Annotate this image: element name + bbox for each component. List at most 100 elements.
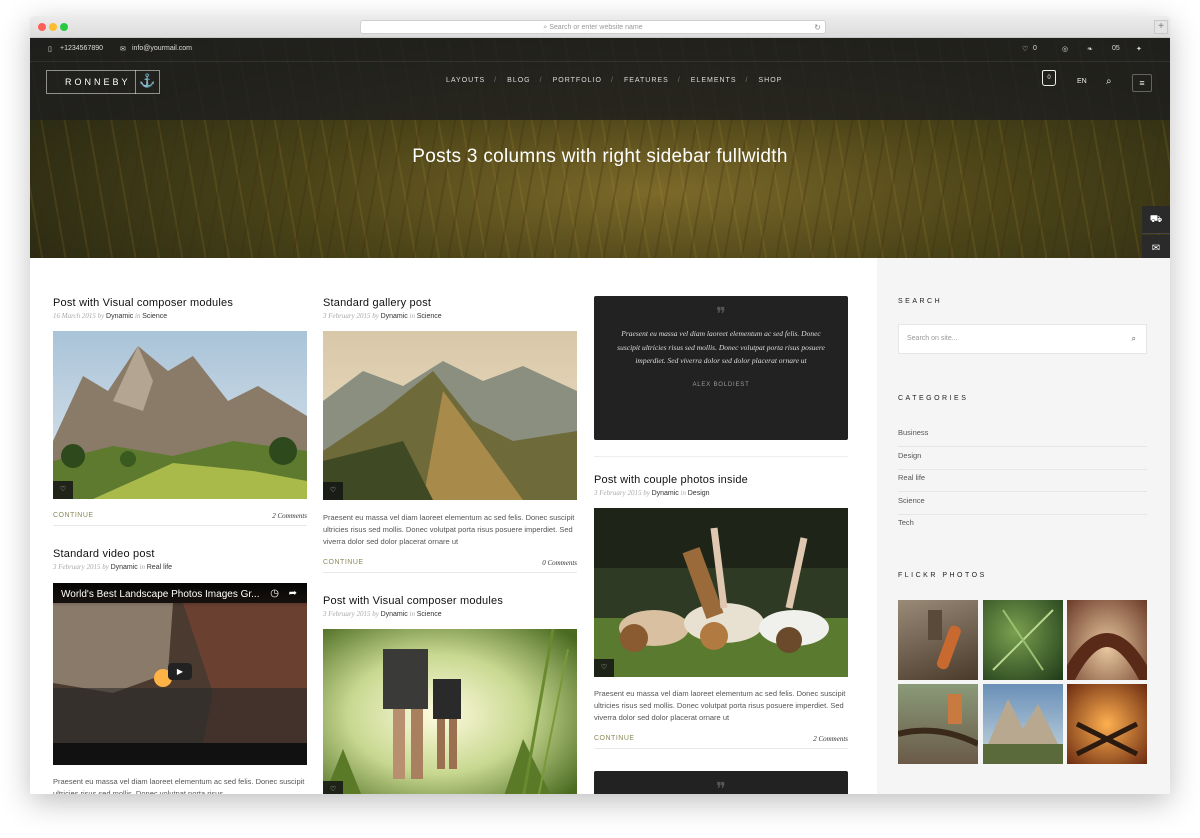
like-icon[interactable]: ♡ bbox=[323, 781, 343, 794]
category-link-design[interactable]: Design bbox=[898, 447, 1147, 470]
maximize-window-button[interactable] bbox=[60, 23, 68, 31]
flickr-photo[interactable] bbox=[898, 600, 978, 680]
video-player[interactable]: World's Best Landscape Photos Images Gr.… bbox=[53, 583, 307, 765]
post-image-mountains[interactable]: ♡ bbox=[53, 331, 307, 499]
flickr-photo[interactable] bbox=[983, 600, 1063, 680]
quote-icon: ❞ bbox=[716, 779, 726, 794]
post-card: Standard video post 3 February 2015 by D… bbox=[53, 548, 307, 571]
sidebar-search-input[interactable]: Search on site... ⌕ bbox=[898, 324, 1147, 354]
heart-icon[interactable]: ♡ bbox=[1022, 45, 1028, 53]
post-date: 3 February 2015 bbox=[323, 312, 371, 320]
play-button[interactable]: ▶ bbox=[168, 663, 192, 680]
new-tab-button[interactable]: + bbox=[1154, 20, 1168, 34]
comments-link[interactable]: 0 Comments bbox=[542, 559, 577, 567]
post-category[interactable]: Design bbox=[688, 490, 710, 497]
continue-link[interactable]: CONTINUE bbox=[323, 559, 364, 566]
cart-side-button[interactable]: ⛟ bbox=[1142, 206, 1170, 234]
menu-item-layouts[interactable]: LAYOUTS bbox=[435, 77, 496, 84]
post-image-hikers[interactable]: ♡ bbox=[323, 629, 577, 794]
post-title[interactable]: Post with Visual composer modules bbox=[323, 595, 577, 607]
continue-link[interactable]: CONTINUE bbox=[594, 735, 635, 742]
500px-icon[interactable]: 05 bbox=[1112, 45, 1120, 52]
like-icon[interactable]: ♡ bbox=[594, 659, 614, 677]
menu-item-features[interactable]: FEATURES bbox=[611, 77, 680, 84]
cave-arch-photo bbox=[1060, 633, 1154, 684]
minimize-window-button[interactable] bbox=[49, 23, 57, 31]
email-address[interactable]: info@yourmail.com bbox=[132, 45, 192, 52]
like-icon[interactable]: ♡ bbox=[53, 481, 73, 499]
post-author[interactable]: Dynamic bbox=[381, 313, 408, 320]
main-navigation: RONNEBY ⚓ LAYOUTS BLOG PORTFOLIO FEATURE… bbox=[30, 62, 1170, 120]
header-overlay: ▯ +1234567890 ✉ info@yourmail.com ♡ 0 ◎ … bbox=[30, 38, 1170, 120]
post-image-ridge[interactable]: ♡ bbox=[323, 331, 577, 500]
menu-item-portfolio[interactable]: PORTFOLIO bbox=[540, 77, 613, 84]
search-icon[interactable]: ⌕ bbox=[1132, 334, 1136, 344]
comments-link[interactable]: 2 Comments bbox=[813, 735, 848, 743]
post-author[interactable]: Dynamic bbox=[111, 564, 138, 571]
video-title-text[interactable]: World's Best Landscape Photos Images Gr.… bbox=[61, 589, 260, 600]
flickr-photo[interactable] bbox=[897, 684, 980, 764]
cart-icon[interactable]: 0 bbox=[1042, 70, 1056, 86]
mail-side-button[interactable]: ✉ bbox=[1142, 235, 1170, 258]
logo-text: RONNEBY bbox=[65, 77, 131, 87]
phone-number[interactable]: +1234567890 bbox=[60, 45, 103, 52]
post-image-friends[interactable]: ♡ bbox=[594, 508, 848, 677]
menu-item-blog[interactable]: BLOG bbox=[494, 77, 541, 84]
main-content: Post with Visual composer modules 16 Mar… bbox=[30, 258, 1170, 794]
hamburger-menu-icon[interactable]: ≡ bbox=[1132, 74, 1152, 92]
post-author[interactable]: Dynamic bbox=[381, 611, 408, 618]
post-category[interactable]: Real life bbox=[147, 564, 172, 571]
post-card: Post with Visual composer modules 16 Mar… bbox=[53, 297, 307, 320]
post-category[interactable]: Science bbox=[142, 313, 167, 320]
dribbble-icon[interactable]: ◎ bbox=[1062, 45, 1068, 53]
post-date: 3 February 2015 bbox=[53, 563, 101, 571]
post-category[interactable]: Science bbox=[417, 313, 442, 320]
post-meta-in: in bbox=[139, 563, 145, 571]
search-icon[interactable]: ⌕ bbox=[1106, 76, 1112, 87]
divider bbox=[594, 456, 848, 457]
comments-link[interactable]: 2 Comments bbox=[272, 512, 307, 520]
clock-icon[interactable]: ◷ bbox=[270, 588, 279, 599]
menu-item-elements[interactable]: ELEMENTS bbox=[678, 77, 748, 84]
menu-item-shop[interactable]: SHOP bbox=[746, 77, 794, 84]
category-link-business[interactable]: Business bbox=[898, 424, 1147, 447]
post-title[interactable]: Post with Visual composer modules bbox=[53, 297, 307, 309]
language-switch[interactable]: EN bbox=[1077, 78, 1087, 85]
page-header: ▯ +1234567890 ✉ info@yourmail.com ♡ 0 ◎ … bbox=[30, 38, 1170, 258]
post-footer: CONTINUE 0 Comments bbox=[323, 559, 577, 573]
continue-link[interactable]: CONTINUE bbox=[53, 512, 94, 519]
quote-text: Praesent eu massa vel diam laoreet eleme… bbox=[617, 329, 825, 365]
post-title[interactable]: Standard gallery post bbox=[323, 297, 577, 309]
friends-on-grass-image bbox=[594, 508, 848, 677]
flickr-photo[interactable] bbox=[983, 684, 1063, 764]
twitter-icon[interactable]: ✦ bbox=[1136, 45, 1142, 53]
share-icon[interactable]: ➦ bbox=[289, 588, 297, 599]
search-placeholder: Search on site... bbox=[907, 335, 958, 342]
reload-icon[interactable]: ↻ bbox=[814, 21, 821, 34]
post-title[interactable]: Post with couple photos inside bbox=[594, 474, 848, 486]
categories-heading: CATEGORIES bbox=[898, 395, 969, 402]
post-meta: 3 February 2015 by Dynamic in Science bbox=[323, 312, 577, 320]
post-author[interactable]: Dynamic bbox=[652, 490, 679, 497]
evernote-icon[interactable]: ❧ bbox=[1087, 45, 1093, 53]
post-meta-by: by bbox=[372, 312, 379, 320]
category-link-science[interactable]: Science bbox=[898, 492, 1147, 515]
post-meta: 16 March 2015 by Dynamic in Science bbox=[53, 312, 307, 320]
address-bar[interactable]: ⌕ Search or enter website name ↻ bbox=[360, 20, 826, 34]
flickr-photo[interactable] bbox=[1060, 600, 1154, 684]
post-footer: CONTINUE 2 Comments bbox=[53, 512, 307, 526]
quote-icon: ❞ bbox=[716, 304, 726, 324]
skateboarder-photo bbox=[928, 610, 961, 670]
post-title[interactable]: Standard video post bbox=[53, 548, 307, 560]
category-link-real-life[interactable]: Real life bbox=[898, 469, 1147, 492]
like-icon[interactable]: ♡ bbox=[323, 482, 343, 500]
top-bar: ▯ +1234567890 ✉ info@yourmail.com ♡ 0 ◎ … bbox=[30, 38, 1170, 62]
category-link-tech[interactable]: Tech bbox=[898, 514, 1147, 537]
flickr-photo[interactable] bbox=[1067, 684, 1147, 764]
search-heading: SEARCH bbox=[898, 298, 943, 305]
close-window-button[interactable] bbox=[38, 23, 46, 31]
post-category[interactable]: Science bbox=[417, 611, 442, 618]
post-meta-by: by bbox=[372, 610, 379, 618]
post-author[interactable]: Dynamic bbox=[106, 313, 133, 320]
site-logo[interactable]: RONNEBY ⚓ bbox=[46, 70, 160, 94]
